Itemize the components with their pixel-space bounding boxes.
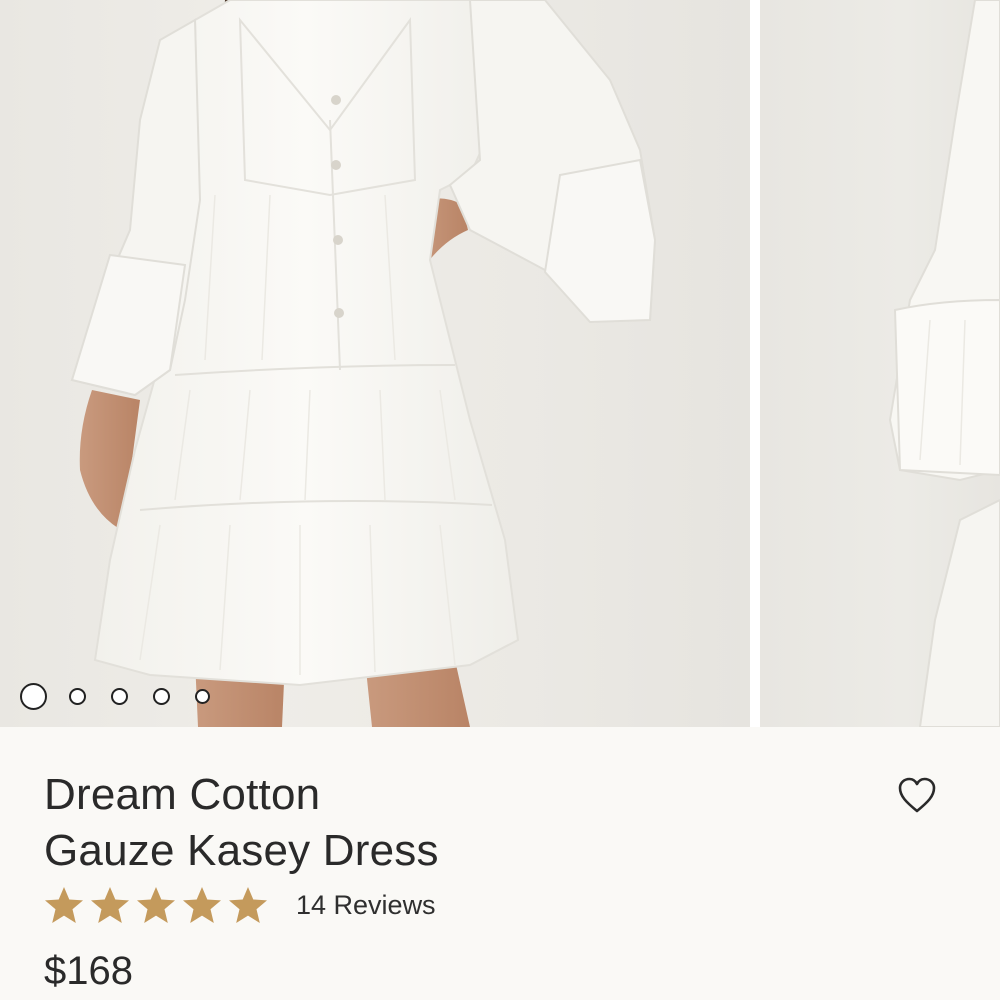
product-title: Dream Cotton Gauze Kasey Dress	[44, 767, 744, 879]
product-image-main[interactable]	[0, 0, 750, 727]
carousel-dot-5[interactable]	[195, 688, 210, 704]
star-icon	[183, 887, 221, 923]
product-title-line-2: Gauze Kasey Dress	[44, 826, 439, 875]
carousel-pagination	[20, 682, 235, 710]
product-rating[interactable]: 14 Reviews	[44, 885, 436, 925]
carousel-dot-4[interactable]	[153, 687, 170, 705]
carousel-dot-3[interactable]	[111, 687, 128, 705]
star-icon	[91, 887, 129, 923]
product-image-carousel[interactable]	[0, 0, 1000, 727]
star-icon	[137, 887, 175, 923]
carousel-dot-1[interactable]	[20, 682, 47, 710]
product-price: $168	[44, 949, 133, 993]
carousel-dot-2[interactable]	[69, 687, 86, 705]
product-info: Dream Cotton Gauze Kasey Dress 14 Review…	[0, 727, 1000, 1000]
favorite-button[interactable]	[896, 775, 938, 815]
product-image-next[interactable]	[760, 0, 1000, 727]
star-icon	[229, 887, 267, 923]
product-page: Dream Cotton Gauze Kasey Dress 14 Review…	[0, 0, 1000, 1000]
star-icon	[45, 887, 83, 923]
product-title-line-1: Dream Cotton	[44, 770, 321, 819]
heart-outline-icon	[898, 777, 936, 813]
reviews-link[interactable]: 14 Reviews	[296, 890, 436, 921]
